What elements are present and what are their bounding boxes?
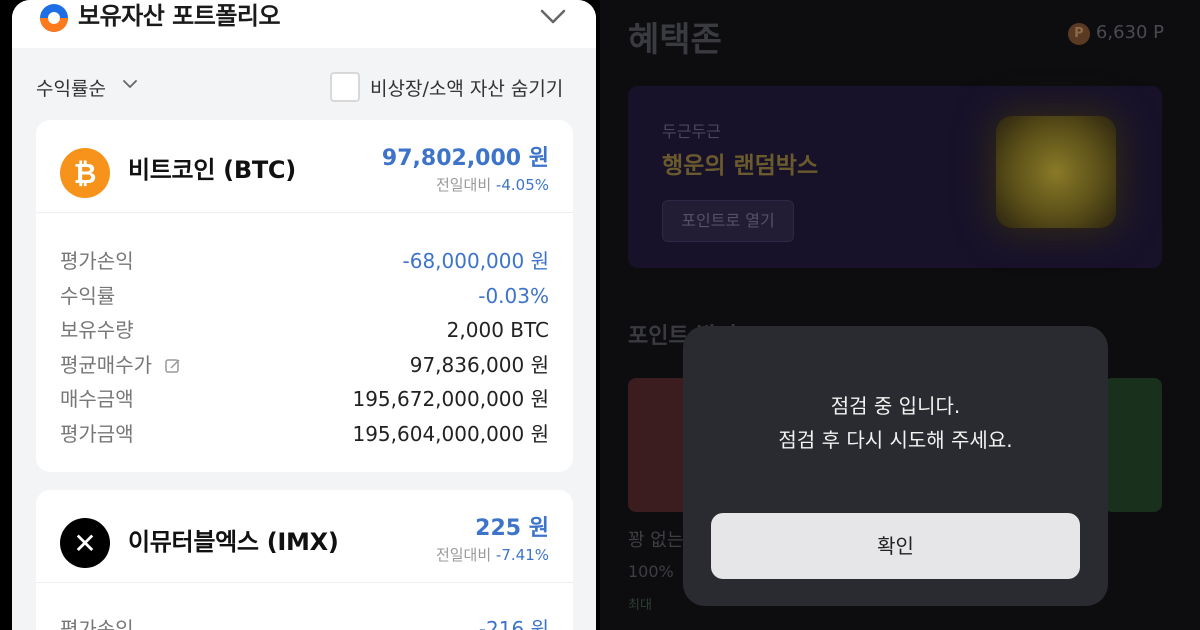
asset-price: 97,802,000 원 <box>381 146 549 171</box>
detail-row: 평균매수가 97,836,000 원 <box>60 348 549 383</box>
detail-row: 매수금액 195,672,000,000 원 <box>60 382 549 417</box>
portfolio-header[interactable]: 보유자산 포트폴리오 <box>12 0 596 48</box>
dialog-message-line2: 점검 후 다시 시도해 주세요. <box>778 428 1013 452</box>
reward-rate: 100% <box>628 562 674 581</box>
hide-small-assets-checkbox[interactable] <box>330 72 360 102</box>
hide-small-assets-label[interactable]: 비상장/소액 자산 숨기기 <box>370 74 563 101</box>
point-icon: P <box>1067 23 1090 45</box>
detail-value: 195,604,000,000 원 <box>352 421 549 446</box>
asset-card[interactable]: ✕ 이뮤터블엑스 (IMX) 225 원 전일대비 -7.41% 평가손익 -2… <box>36 490 573 630</box>
asset-details: 평가손익 -216 원 <box>60 612 549 630</box>
reward-note: 최대 <box>628 598 652 613</box>
promo-subtitle: 두근두근 <box>662 122 721 141</box>
reward-tile[interactable] <box>1104 378 1162 512</box>
points-balance: P 6,630 P <box>1067 22 1164 45</box>
detail-value: 97,836,000 원 <box>409 352 549 377</box>
detail-row: 보유수량 2,000 BTC <box>60 313 549 348</box>
portfolio-panel: 보유자산 포트폴리오 수익률순 비상장/소액 자산 숨기기 ₿ 비트코인 (BT… <box>12 0 596 630</box>
chevron-down-icon[interactable] <box>538 2 568 30</box>
asset-price: 225 원 <box>475 516 549 541</box>
detail-label: 매수금액 <box>60 387 134 411</box>
divider <box>36 582 573 583</box>
open-with-points-button[interactable]: 포인트로 열기 <box>662 200 794 242</box>
detail-value: -68,000,000 원 <box>402 249 550 273</box>
divider <box>36 212 573 213</box>
detail-label: 보유수량 <box>60 318 134 342</box>
detail-row: 평가손익 -216 원 <box>60 612 549 630</box>
asset-change: 전일대비 -7.41% <box>436 544 549 565</box>
reward-caption: 꽝 없는 <box>628 530 684 551</box>
change-label: 전일대비 <box>435 176 492 194</box>
asset-name: 이뮤터블엑스 (IMX) <box>128 528 339 556</box>
asset-details: 평가손익 -68,000,000 원 수익률 -0.03% 보유수량 2,000… <box>60 244 549 451</box>
detail-label: 평가손익 <box>60 249 134 273</box>
detail-label: 수익률 <box>60 283 116 308</box>
sort-bar: 수익률순 비상장/소액 자산 숨기기 <box>12 66 596 110</box>
detail-row: 평가금액 195,604,000,000 원 <box>60 417 549 452</box>
detail-value: 195,672,000,000 원 <box>352 387 549 411</box>
detail-row: 수익률 -0.03% <box>60 279 549 314</box>
detail-value: -0.03% <box>478 283 549 308</box>
detail-label: 평가손익 <box>60 617 134 630</box>
asset-card[interactable]: ₿ 비트코인 (BTC) 97,802,000 원 전일대비 -4.05% 평가… <box>36 120 573 472</box>
sort-dropdown[interactable]: 수익률순 <box>36 74 106 101</box>
bitcoin-icon: ₿ <box>60 148 110 198</box>
brand-logo-icon <box>40 4 68 32</box>
random-box-promo[interactable]: 두근두근 행운의 랜덤박스 포인트로 열기 <box>628 86 1162 268</box>
asset-name: 비트코인 (BTC) <box>128 156 296 184</box>
detail-value: 2,000 BTC <box>446 318 549 342</box>
benefit-zone-title: 혜택존 <box>628 20 722 60</box>
random-box-icon <box>996 116 1116 228</box>
imx-icon: ✕ <box>60 518 110 568</box>
portfolio-title: 보유자산 포트폴리오 <box>78 2 281 30</box>
detail-label: 평균매수가 <box>60 352 152 377</box>
change-percent: -4.05% <box>495 176 549 194</box>
edit-icon[interactable] <box>164 357 182 375</box>
points-value: 6,630 P <box>1095 22 1164 43</box>
change-percent: -7.41% <box>495 546 549 564</box>
dialog-message-line1: 점검 중 입니다. <box>830 394 961 418</box>
detail-row: 평가손익 -68,000,000 원 <box>60 244 549 279</box>
confirm-button[interactable]: 확인 <box>711 513 1080 579</box>
detail-label: 평가금액 <box>60 421 134 446</box>
promo-title: 행운의 랜덤박스 <box>662 153 819 179</box>
asset-change: 전일대비 -4.05% <box>436 174 549 195</box>
detail-label-with-edit: 평균매수가 <box>60 348 182 383</box>
chevron-down-icon[interactable] <box>122 77 138 91</box>
detail-value: -216 원 <box>478 617 549 630</box>
maintenance-dialog: 점검 중 입니다. 점검 후 다시 시도해 주세요. 확인 <box>683 326 1108 606</box>
change-label: 전일대비 <box>435 546 492 564</box>
